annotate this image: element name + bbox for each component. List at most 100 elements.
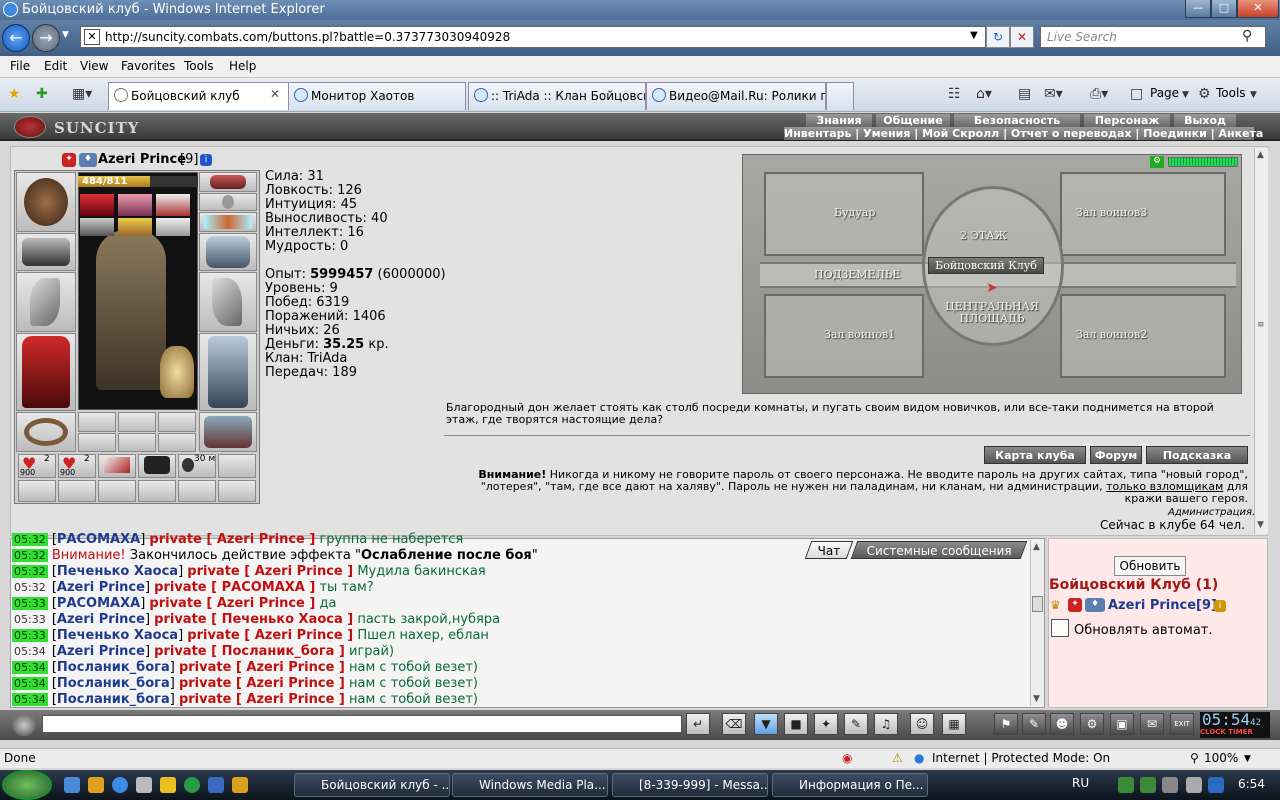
chevron-down-icon[interactable]: ▼ xyxy=(1182,90,1189,100)
app-icon[interactable] xyxy=(208,777,224,793)
mail-icon[interactable] xyxy=(136,777,152,793)
chat-nick[interactable]: Azeri Prince xyxy=(57,612,145,627)
add-favorites-icon[interactable]: ✚ xyxy=(36,86,48,102)
tools-menu[interactable]: Tools xyxy=(1216,86,1246,100)
chat-nick[interactable]: РАСОМАХА xyxy=(57,532,140,547)
empty-scroll-slot[interactable] xyxy=(58,480,96,502)
menu-view[interactable]: View xyxy=(80,59,108,73)
menu-file[interactable]: File xyxy=(10,59,30,73)
minimize-button[interactable]: — xyxy=(1185,0,1211,18)
effect-icon[interactable] xyxy=(118,218,152,236)
start-button[interactable] xyxy=(2,770,52,800)
feeds-icon[interactable]: ☷ xyxy=(948,86,961,102)
empty-slot[interactable] xyxy=(118,412,156,432)
send-icon[interactable]: ↵ xyxy=(686,713,710,735)
scroll-down-icon[interactable]: ▼ xyxy=(1257,520,1264,530)
chat-timestamp[interactable]: 05:34 xyxy=(12,645,48,658)
clan-icon[interactable]: ♦ xyxy=(79,153,97,167)
tab-chaos-monitor[interactable]: Монитор Хаотов xyxy=(288,82,466,110)
refresh-users-button[interactable]: Обновить xyxy=(1114,556,1186,576)
stop-button[interactable]: ✕ xyxy=(1010,26,1034,48)
language-indicator[interactable]: RU xyxy=(1072,776,1089,790)
chat-timestamp[interactable]: 05:32 xyxy=(12,565,48,578)
smiley-icon[interactable]: ☺ xyxy=(910,713,934,735)
chat-nick[interactable]: Azeri Prince xyxy=(57,580,145,595)
chat-timestamp[interactable]: 05:33 xyxy=(12,613,48,626)
room-user[interactable]: Azeri Prince[9] xyxy=(1108,598,1217,613)
club-map-button[interactable]: Карта клуба xyxy=(984,446,1086,464)
nav-communication[interactable]: Общение xyxy=(876,114,950,127)
chat-timestamp[interactable]: 05:34 xyxy=(12,661,48,674)
explorer-icon[interactable] xyxy=(88,777,104,793)
empty-slot[interactable] xyxy=(158,412,196,432)
mail-icon[interactable]: ✉ xyxy=(1140,713,1164,735)
menu-favorites[interactable]: Favorites xyxy=(121,59,175,73)
scroll-icon[interactable]: ✎ xyxy=(1022,713,1046,735)
zoom-icon[interactable]: ⚲ xyxy=(1190,751,1199,765)
favorites-star-icon[interactable]: ★ xyxy=(8,86,21,102)
chat-timestamp[interactable]: 05:34 xyxy=(12,693,48,706)
address-input[interactable]: http://suncity.combats.com/buttons.pl?ba… xyxy=(80,26,986,48)
effect-icon[interactable] xyxy=(156,194,190,216)
empty-slot[interactable] xyxy=(78,412,116,432)
chat-nick[interactable]: РАСОМАХА xyxy=(57,596,140,611)
save-icon[interactable]: ■ xyxy=(784,713,808,735)
chat-timestamp[interactable]: 05:33 xyxy=(12,597,48,610)
chat-private-target[interactable]: private [ Azeri Prince ] xyxy=(179,676,345,691)
ie-icon[interactable] xyxy=(112,777,128,793)
chat-private-target[interactable]: private [ РАСОМАХА ] xyxy=(154,580,315,595)
refresh-button[interactable]: ↻ xyxy=(986,26,1010,48)
effect-icon[interactable] xyxy=(80,218,114,236)
page-menu[interactable]: Page xyxy=(1150,86,1179,100)
task-messenger[interactable]: [8-339-999] - Messa... xyxy=(612,773,768,797)
empty-scroll-slot[interactable] xyxy=(138,480,176,502)
chat-nick[interactable]: Посланик_бога xyxy=(57,676,170,691)
chat-private-target[interactable]: private [ Azeri Prince ] xyxy=(179,692,345,707)
network-icon[interactable] xyxy=(1162,777,1178,793)
address-dropdown-icon[interactable]: ▼ xyxy=(970,30,978,41)
scroll-up-icon[interactable]: ▲ xyxy=(1033,542,1040,552)
friends-icon[interactable]: ☻ xyxy=(1050,713,1074,735)
smile-list-icon[interactable]: ✎ xyxy=(844,713,868,735)
home-icon[interactable]: ⌂▾ xyxy=(976,86,992,102)
empty-scroll-slot[interactable] xyxy=(18,480,56,502)
chevron-down-icon[interactable]: ▼ xyxy=(1250,90,1257,100)
info-icon[interactable]: i xyxy=(1214,600,1226,612)
chat-nick[interactable]: Azeri Prince xyxy=(57,644,145,659)
empty-slot[interactable] xyxy=(78,433,116,452)
chat-private-target[interactable]: private [ Azeri Prince ] xyxy=(187,564,353,579)
filter-icon[interactable]: ▼ xyxy=(754,713,778,735)
effect-icon[interactable] xyxy=(156,218,190,236)
empty-scroll-slot[interactable] xyxy=(178,480,216,502)
tray-icon[interactable] xyxy=(1140,777,1156,793)
chat-private-target[interactable]: private [ Посланик_бога ] xyxy=(154,644,345,659)
chevron-down-icon[interactable]: ▼ xyxy=(1244,754,1251,764)
chat-nick[interactable]: Печенько Хаоса xyxy=(57,628,178,643)
back-button[interactable]: ← xyxy=(2,24,30,52)
chat-settings-icon[interactable] xyxy=(12,714,36,736)
nav-security[interactable]: Безопасность xyxy=(954,114,1080,127)
forum-button[interactable]: Форум xyxy=(1090,446,1142,464)
volume-icon[interactable] xyxy=(1186,777,1202,793)
chat-private-target[interactable]: private [ Azeri Prince ] xyxy=(187,628,353,643)
scroll-thumb[interactable] xyxy=(1032,596,1043,612)
map-info-icon[interactable]: ⚙ xyxy=(1150,156,1164,168)
exit-icon[interactable]: EXIT xyxy=(1170,713,1194,735)
chat-timestamp[interactable]: 05:32 xyxy=(12,533,48,546)
chat-timestamp[interactable]: 05:32 xyxy=(12,549,48,562)
map-square-link[interactable]: ЦЕНТРАЛЬНАЯ ПЛОЩАДЬ xyxy=(940,301,1044,325)
empty-scroll-slot[interactable] xyxy=(98,480,136,502)
close-tab-icon[interactable]: ✕ xyxy=(270,87,280,101)
empty-slot[interactable] xyxy=(158,433,196,452)
read-mail-icon[interactable]: ✉▾ xyxy=(1044,86,1063,102)
chat-private-target[interactable]: private [ Azeri Prince ] xyxy=(179,660,345,675)
gear-icon[interactable]: ⚙ xyxy=(1198,86,1211,102)
icq-icon[interactable] xyxy=(184,777,200,793)
messenger-icon[interactable] xyxy=(160,777,176,793)
info-icon[interactable]: i xyxy=(200,154,212,166)
auto-refresh-checkbox[interactable] xyxy=(1051,619,1069,637)
tab-system-messages[interactable]: Системные сообщения xyxy=(850,541,1028,559)
chat-scrollbar[interactable]: ▲ ▼ xyxy=(1030,540,1044,706)
chat-timestamp[interactable]: 05:34 xyxy=(12,677,48,690)
page-menu-icon[interactable]: □ xyxy=(1130,86,1143,102)
